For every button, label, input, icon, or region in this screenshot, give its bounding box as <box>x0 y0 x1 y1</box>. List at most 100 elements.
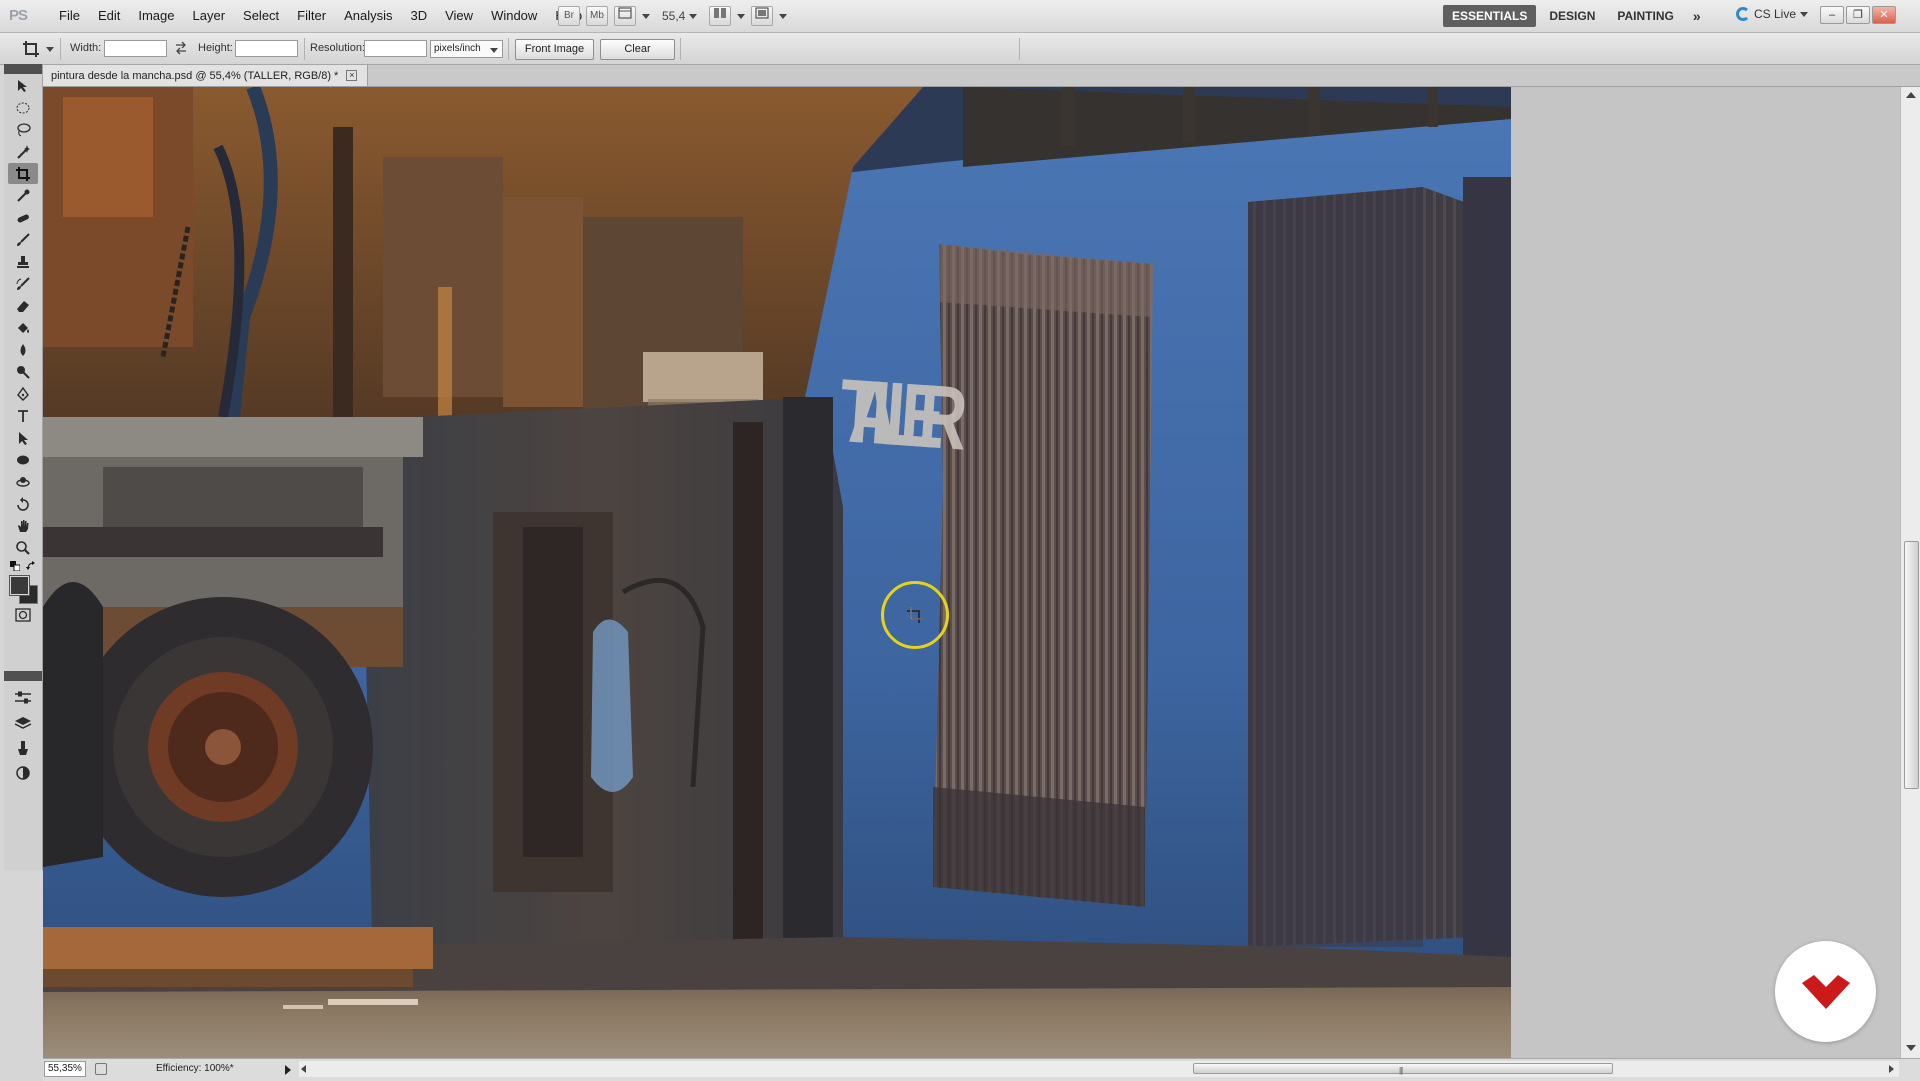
canvas-area[interactable]: TALLER <box>43 87 1900 1058</box>
main-menu: File Edit Image Layer Select Filter Anal… <box>50 0 591 32</box>
quick-mask-button[interactable] <box>8 604 38 625</box>
zoom-dropdown-icon <box>689 13 698 19</box>
blur-tool[interactable] <box>8 339 38 360</box>
menu-file[interactable]: File <box>50 0 89 32</box>
foreground-color-swatch[interactable] <box>9 575 30 596</box>
menu-3d[interactable]: 3D <box>401 0 436 32</box>
arrange-dropdown-icon[interactable] <box>737 13 746 19</box>
mini-bridge-button[interactable]: Mb <box>586 6 608 26</box>
crop-icon <box>23 41 39 57</box>
resolution-field[interactable] <box>364 40 427 57</box>
default-colors-icon[interactable] <box>10 561 20 571</box>
paths-panel-button[interactable] <box>8 762 38 783</box>
channels-panel-button[interactable] <box>8 737 38 758</box>
vertical-scrollbar[interactable] <box>1900 87 1920 1058</box>
move-tool[interactable] <box>8 75 38 96</box>
history-brush-tool[interactable] <box>8 273 38 294</box>
double-chevron-right-icon[interactable]: » <box>1687 8 1707 24</box>
swap-colors-icon[interactable] <box>26 561 36 571</box>
document-tabs: pintura desde la mancha.psd @ 55,4% (TAL… <box>43 65 1920 87</box>
clear-button[interactable]: Clear <box>600 39 675 60</box>
lasso-tool[interactable] <box>8 119 38 140</box>
view-extras-button[interactable] <box>614 6 636 26</box>
menu-select[interactable]: Select <box>234 0 288 32</box>
ellipse-tool[interactable] <box>8 449 38 470</box>
eraser-tool[interactable] <box>8 295 38 316</box>
scroll-down-icon[interactable] <box>1906 1045 1916 1051</box>
status-info-icon[interactable] <box>95 1063 107 1075</box>
menu-view[interactable]: View <box>436 0 482 32</box>
menu-window[interactable]: Window <box>482 0 546 32</box>
history-brush-icon <box>16 276 30 290</box>
zoom-tool[interactable] <box>8 537 38 558</box>
screen-mode-icon <box>755 7 769 19</box>
3d-rotate-tool[interactable] <box>8 471 38 492</box>
zoom-percentage-field[interactable]: 55,35% <box>44 1061 86 1077</box>
spot-healing-tool[interactable] <box>8 207 38 228</box>
arrange-documents-icon <box>714 8 727 18</box>
workspace-design[interactable]: DESIGN <box>1540 5 1604 27</box>
bridge-button[interactable]: Br <box>558 6 580 26</box>
screen-mode-button[interactable] <box>751 6 774 26</box>
front-image-button[interactable]: Front Image <box>515 39 594 60</box>
workspace-switcher: ESSENTIALS DESIGN PAINTING » <box>1443 5 1707 27</box>
menu-layer[interactable]: Layer <box>184 0 235 32</box>
layers-panel-button[interactable] <box>8 712 38 733</box>
horizontal-scrollbar[interactable]: ||| <box>299 1061 1899 1077</box>
zoom-level-combo[interactable]: 55,4 <box>662 9 698 23</box>
options-divider <box>680 38 681 60</box>
scroll-up-icon[interactable] <box>1906 92 1916 98</box>
workspace-essentials[interactable]: ESSENTIALS <box>1443 5 1537 27</box>
height-field[interactable] <box>235 40 298 57</box>
paint-bucket-tool[interactable] <box>8 317 38 338</box>
dodge-tool[interactable] <box>8 361 38 382</box>
blur-drop-icon <box>20 343 26 356</box>
menu-edit[interactable]: Edit <box>89 0 129 32</box>
restore-button[interactable]: ❐ <box>1846 6 1870 24</box>
horizontal-scroll-thumb[interactable]: ||| <box>1193 1063 1613 1075</box>
application-bar: PS File Edit Image Layer Select Filter A… <box>0 0 1920 33</box>
collapsed-panels-header[interactable] <box>4 671 42 681</box>
resolution-unit-select[interactable]: pixels/inch <box>430 40 503 58</box>
scroll-right-icon[interactable] <box>1889 1065 1894 1073</box>
eyedropper-icon <box>17 189 30 202</box>
vertical-scroll-thumb[interactable] <box>1904 541 1919 789</box>
path-selection-tool[interactable] <box>8 427 38 448</box>
menu-analysis[interactable]: Analysis <box>335 0 401 32</box>
adjustments-panel-button[interactable] <box>8 687 38 708</box>
3d-orbit-tool[interactable] <box>8 493 38 514</box>
eyedropper-tool[interactable] <box>8 185 38 206</box>
marquee-tool[interactable] <box>8 97 38 118</box>
brush-stand-icon <box>18 740 28 755</box>
tool-options-bar: Width: Height: Resolution: pixels/inch F… <box>0 33 1920 65</box>
paint-bucket-icon <box>18 322 29 333</box>
brush-tool[interactable] <box>8 229 38 250</box>
status-menu-arrow-icon[interactable] <box>285 1065 291 1075</box>
width-field[interactable] <box>104 40 167 57</box>
screen-mode-dropdown-icon[interactable] <box>779 13 788 19</box>
minimize-button[interactable]: – <box>1820 6 1844 24</box>
type-icon <box>18 409 28 422</box>
tools-panel-header[interactable] <box>4 64 42 74</box>
close-button[interactable]: ✕ <box>1872 6 1896 24</box>
menu-filter[interactable]: Filter <box>288 0 335 32</box>
menu-image[interactable]: Image <box>129 0 183 32</box>
pen-tool[interactable] <box>8 383 38 404</box>
type-tool[interactable] <box>8 405 38 426</box>
tool-preset-picker[interactable] <box>22 40 54 58</box>
cs-live-menu[interactable]: CS Live <box>1736 7 1809 21</box>
hand-tool[interactable] <box>8 515 38 536</box>
swap-dimensions-icon[interactable] <box>174 41 188 55</box>
close-tab-icon[interactable]: × <box>346 70 358 81</box>
brand-logo-icon <box>1802 975 1850 1009</box>
ellipse-shape-icon <box>17 455 29 464</box>
view-extras-dropdown-icon[interactable] <box>642 13 650 19</box>
crop-tool[interactable] <box>8 163 38 184</box>
document-tab[interactable]: pintura desde la mancha.psd @ 55,4% (TAL… <box>43 65 368 86</box>
arrange-documents-button[interactable] <box>709 6 732 26</box>
workspace-painting[interactable]: PAINTING <box>1608 5 1682 27</box>
scroll-left-icon[interactable] <box>301 1065 306 1073</box>
clone-stamp-tool[interactable] <box>8 251 38 272</box>
quick-selection-tool[interactable] <box>8 141 38 162</box>
painting-canvas[interactable]: TALLER <box>43 87 1511 1058</box>
